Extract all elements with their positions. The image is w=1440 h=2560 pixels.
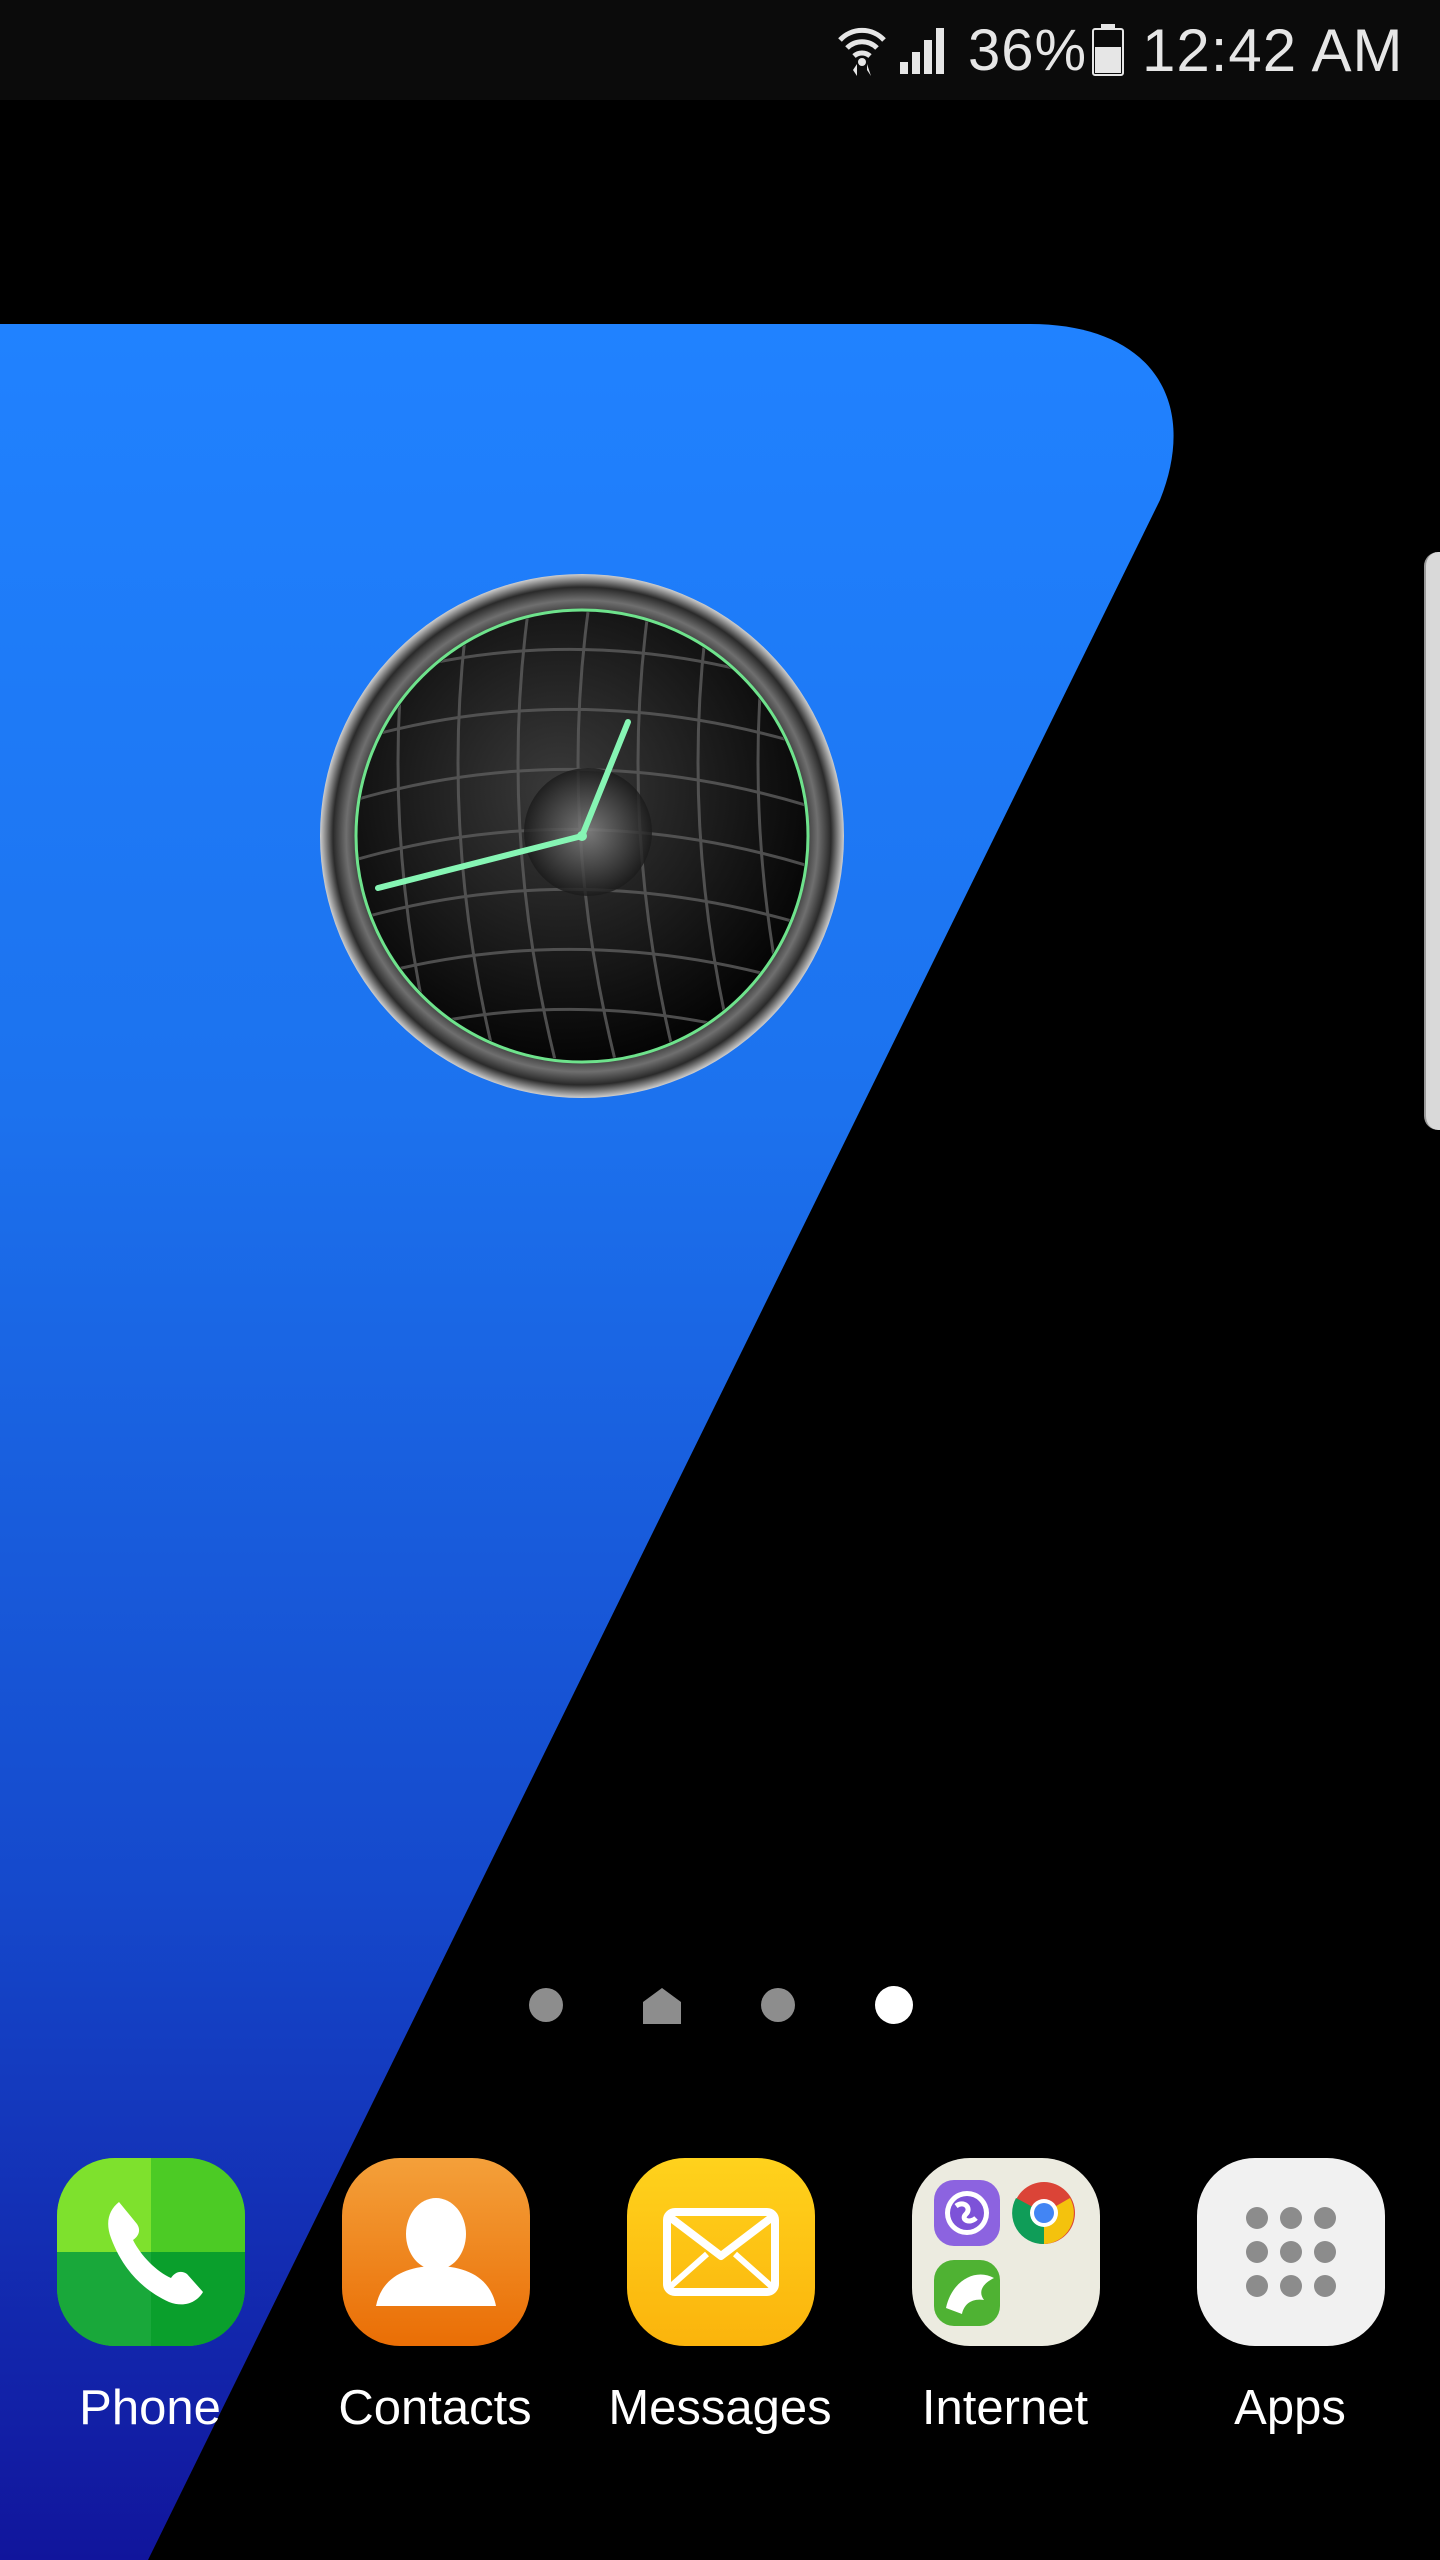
home-page-icon[interactable] bbox=[643, 1986, 681, 2029]
battery-icon bbox=[1092, 0, 1124, 100]
status-time: 12:42 AM bbox=[1142, 16, 1404, 84]
page-dot-1[interactable] bbox=[529, 1988, 563, 2022]
app-label-contacts: Contacts bbox=[338, 2381, 532, 2435]
app-label-phone: Phone bbox=[79, 2381, 221, 2435]
app-apps-drawer[interactable]: Apps bbox=[1170, 2150, 1410, 2450]
internet-folder-icon[interactable] bbox=[912, 2158, 1100, 2346]
home-screen: 36% 12:42 AM Phone Contacts Messages Int… bbox=[0, 0, 1440, 2560]
app-dock: Phone Contacts Messages Internet Apps bbox=[0, 2150, 1440, 2450]
messages-icon[interactable] bbox=[627, 2158, 815, 2346]
app-label-apps: Apps bbox=[1234, 2381, 1346, 2435]
page-dot-4-current[interactable] bbox=[875, 1986, 913, 2024]
edge-panel-handle[interactable] bbox=[1424, 552, 1440, 1130]
contacts-icon[interactable] bbox=[342, 2158, 530, 2346]
page-dot-3[interactable] bbox=[761, 1988, 795, 2022]
app-label-messages: Messages bbox=[608, 2381, 832, 2435]
app-messages[interactable]: Messages bbox=[600, 2150, 840, 2450]
status-bar: 36% 12:42 AM bbox=[0, 0, 1440, 100]
battery-percent: 36% bbox=[968, 17, 1088, 83]
wifi-icon bbox=[836, 0, 888, 100]
apps-grid-icon[interactable] bbox=[1197, 2158, 1385, 2346]
app-label-internet: Internet bbox=[921, 2381, 1089, 2435]
app-internet-folder[interactable]: Internet bbox=[885, 2150, 1125, 2450]
cell-signal-icon bbox=[898, 0, 950, 100]
app-contacts[interactable]: Contacts bbox=[315, 2150, 555, 2450]
analog-clock-widget[interactable] bbox=[318, 572, 846, 1100]
phone-icon[interactable] bbox=[57, 2158, 245, 2346]
app-phone[interactable]: Phone bbox=[30, 2150, 270, 2450]
page-indicator bbox=[0, 1980, 1440, 2036]
